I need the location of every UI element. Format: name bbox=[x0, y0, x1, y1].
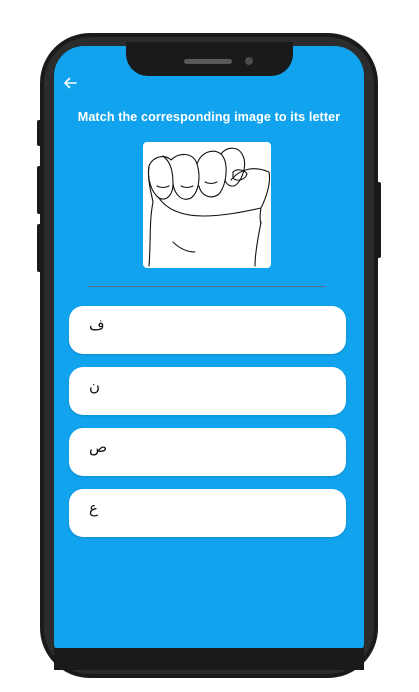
page-title: Match the corresponding image to its let… bbox=[77, 110, 341, 124]
phone-speaker bbox=[184, 59, 232, 64]
answer-option[interactable]: ف bbox=[69, 306, 346, 354]
answer-option[interactable]: ع bbox=[69, 489, 346, 537]
option-letter: ف bbox=[89, 316, 105, 334]
option-letter: ع bbox=[89, 499, 98, 517]
phone-silent-switch bbox=[37, 120, 42, 146]
option-letter: ص bbox=[89, 438, 108, 456]
arrow-left-icon[interactable] bbox=[62, 75, 78, 91]
phone-volume-down-button bbox=[37, 224, 42, 272]
answer-option[interactable]: ص bbox=[69, 428, 346, 476]
divider bbox=[88, 286, 326, 287]
phone-bottom-bezel bbox=[54, 648, 364, 670]
phone-volume-up-button bbox=[37, 166, 42, 214]
answer-option[interactable]: ن bbox=[69, 367, 346, 415]
phone-camera bbox=[245, 57, 253, 65]
sign-image-card bbox=[143, 142, 271, 268]
phone-power-button bbox=[376, 182, 381, 258]
fist-hand-sign-icon bbox=[147, 147, 271, 267]
option-letter: ن bbox=[89, 377, 101, 395]
